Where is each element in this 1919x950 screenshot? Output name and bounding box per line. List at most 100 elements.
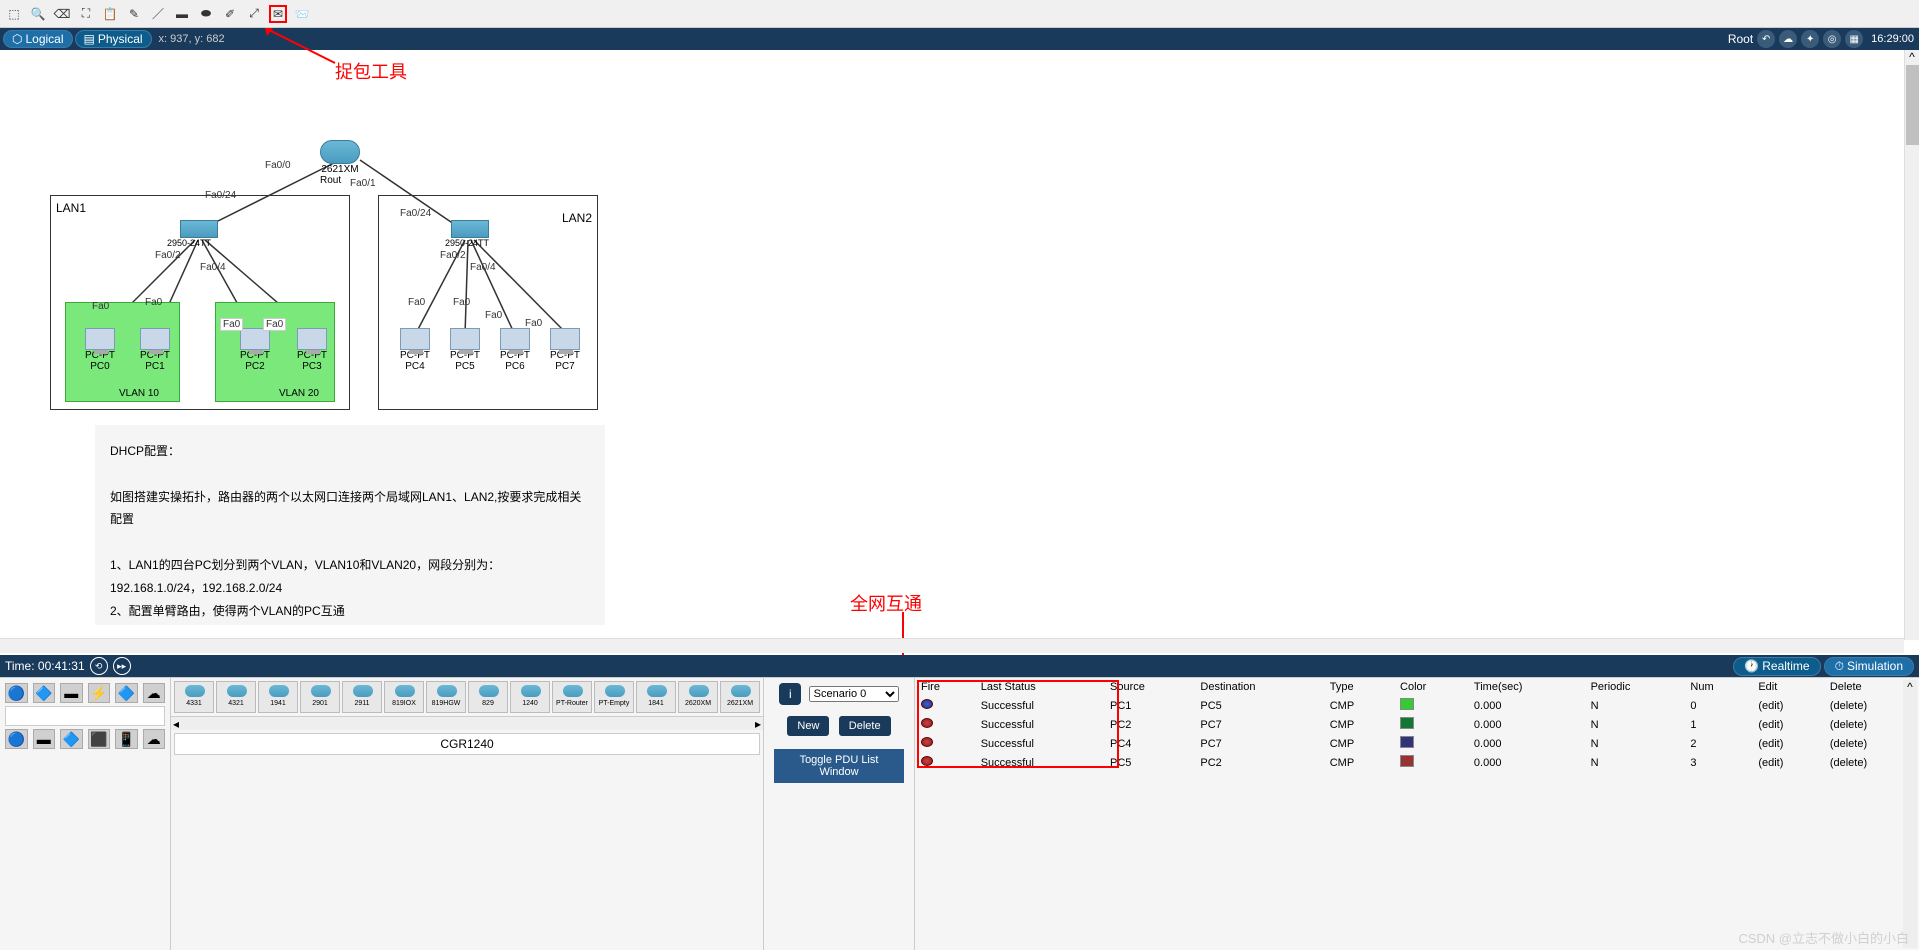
scenario-select[interactable]: Scenario 0: [809, 686, 899, 702]
coordinates-display: x: 937, y: 682: [159, 33, 225, 45]
device-model-item[interactable]: 1240: [510, 681, 550, 713]
subcat-icon[interactable]: ▬: [33, 729, 56, 749]
device-model-item[interactable]: 829: [468, 681, 508, 713]
cat-wireless-icon[interactable]: ⚡: [88, 683, 111, 703]
zoom-icon[interactable]: 🔍: [29, 5, 47, 23]
device-model-item[interactable]: 2901: [300, 681, 340, 713]
lock-icon[interactable]: ✦: [1801, 30, 1819, 48]
toggle-pdu-button[interactable]: Toggle PDU List Window: [774, 749, 904, 783]
workspace[interactable]: 2621XM Rout Fa0/1 Fa0/0 Fa0/24 Fa0/24 LA…: [0, 50, 1904, 625]
fire-icon[interactable]: [921, 718, 933, 728]
port-label: Fa0/1: [350, 178, 376, 189]
root-label[interactable]: Root: [1728, 32, 1753, 46]
port-label: Fa0: [453, 297, 470, 308]
complex-pdu-icon[interactable]: 📨: [293, 5, 311, 23]
pc0-device[interactable]: PC-PTPC0: [85, 328, 115, 372]
physical-view-button[interactable]: ▤ Physical: [75, 30, 152, 48]
device-model-item[interactable]: 819HGW: [426, 681, 466, 713]
clock-display: 16:29:00: [1871, 33, 1914, 45]
subcat-icon[interactable]: 🔵: [5, 729, 28, 749]
subcat-icon[interactable]: ☁: [143, 729, 166, 749]
table-row[interactable]: SuccessfulPC5PC2CMP0.000N3(edit)(delete): [915, 753, 1919, 772]
pc6-device[interactable]: PC-PTPC6: [500, 328, 530, 372]
line-icon[interactable]: ／: [149, 5, 167, 23]
table-row[interactable]: SuccessfulPC2PC7CMP0.000N1(edit)(delete): [915, 715, 1919, 734]
subcat-icon[interactable]: 🔷: [60, 729, 83, 749]
scale-icon[interactable]: ⤢: [245, 5, 263, 23]
device-model-item[interactable]: 819IOX: [384, 681, 424, 713]
draw-icon[interactable]: ✎: [125, 5, 143, 23]
delete-icon[interactable]: ⌫: [53, 5, 71, 23]
fire-icon[interactable]: [921, 699, 933, 709]
pc1-device[interactable]: PC-PTPC1: [140, 328, 170, 372]
device-model-item[interactable]: 1941: [258, 681, 298, 713]
switch2-device[interactable]: 2950-24TT: [450, 220, 489, 248]
pdu-header: Edit: [1752, 678, 1823, 696]
note-icon[interactable]: 📋: [101, 5, 119, 23]
pc3-device[interactable]: PC-PTPC3: [297, 328, 327, 372]
selected-device-name: CGR1240: [174, 733, 760, 755]
device-model-item[interactable]: 1841: [636, 681, 676, 713]
pdu-color: [1400, 698, 1414, 710]
pdu-header: Periodic: [1585, 678, 1685, 696]
pdu-num: 2: [1684, 734, 1752, 753]
pdu-edit[interactable]: (edit): [1752, 715, 1823, 734]
resize-icon[interactable]: ⛶: [77, 5, 95, 23]
device-model-item[interactable]: 4331: [174, 681, 214, 713]
cat-wan-icon[interactable]: ☁: [143, 683, 166, 703]
vlan10-label: VLAN 10: [119, 388, 159, 399]
fast-forward-button[interactable]: ▸▸: [113, 657, 131, 675]
time-label: Time:: [5, 659, 35, 673]
rect-icon[interactable]: ▬: [173, 5, 191, 23]
pdu-header: Type: [1324, 678, 1394, 696]
device-model-item[interactable]: 4321: [216, 681, 256, 713]
pc2-device[interactable]: PC-PTPC2: [240, 328, 270, 372]
ellipse-icon[interactable]: ⬬: [197, 5, 215, 23]
port-label: Fa0: [145, 297, 162, 308]
pdu-edit[interactable]: (edit): [1752, 753, 1823, 772]
simple-pdu-icon[interactable]: ✉: [269, 5, 287, 23]
cat-hub-icon[interactable]: ▬: [60, 683, 83, 703]
fire-icon[interactable]: [921, 737, 933, 747]
pdu-table: FireLast StatusSourceDestinationTypeColo…: [915, 678, 1919, 772]
pdu-edit[interactable]: (edit): [1752, 696, 1823, 715]
device-scrollbar[interactable]: ◂▸: [171, 716, 763, 730]
view-icon[interactable]: ◎: [1823, 30, 1841, 48]
switch1-device[interactable]: 2950-24TT: [180, 220, 218, 248]
realtime-mode-button[interactable]: 🕐 Realtime: [1733, 657, 1820, 676]
env-icon[interactable]: ▦: [1845, 30, 1863, 48]
lan2-label: LAN2: [562, 211, 592, 225]
pdu-scrollbar[interactable]: ^: [1903, 680, 1917, 948]
freeform-icon[interactable]: ✐: [221, 5, 239, 23]
back-icon[interactable]: ↶: [1757, 30, 1775, 48]
pdu-status: Successful: [975, 734, 1104, 753]
simulation-mode-button[interactable]: ⏱ Simulation: [1824, 657, 1914, 676]
device-model-item[interactable]: PT-Router: [552, 681, 592, 713]
pc4-device[interactable]: PC-PTPC4: [400, 328, 430, 372]
table-row[interactable]: SuccessfulPC4PC7CMP0.000N2(edit)(delete): [915, 734, 1919, 753]
cat-security-icon[interactable]: 🔷: [115, 683, 138, 703]
table-row[interactable]: SuccessfulPC1PC5CMP0.000N0(edit)(delete): [915, 696, 1919, 715]
vertical-scrollbar[interactable]: ^: [1904, 50, 1919, 640]
device-model-item[interactable]: PT-Empty: [594, 681, 634, 713]
cloud-icon[interactable]: ☁: [1779, 30, 1797, 48]
subcat-icon[interactable]: ⬛: [88, 729, 111, 749]
pdu-edit[interactable]: (edit): [1752, 734, 1823, 753]
subcat-icon[interactable]: 📱: [115, 729, 138, 749]
select-icon[interactable]: ⬚: [5, 5, 23, 23]
device-model-item[interactable]: 2620XM: [678, 681, 718, 713]
device-model-item[interactable]: 2911: [342, 681, 382, 713]
info-icon[interactable]: i: [779, 683, 801, 705]
cat-switch-icon[interactable]: 🔷: [33, 683, 56, 703]
cat-router-icon[interactable]: 🔵: [5, 683, 28, 703]
logical-view-button[interactable]: ⬡ Logical: [3, 30, 73, 48]
reset-time-button[interactable]: ⟲: [90, 657, 108, 675]
pdu-header: Time(sec): [1468, 678, 1585, 696]
device-model-item[interactable]: 2621XM: [720, 681, 760, 713]
fire-icon[interactable]: [921, 756, 933, 766]
delete-scenario-button[interactable]: Delete: [839, 716, 891, 736]
horizontal-scrollbar[interactable]: [0, 638, 1904, 653]
pc5-device[interactable]: PC-PTPC5: [450, 328, 480, 372]
pc7-device[interactable]: PC-PTPC7: [550, 328, 580, 372]
new-scenario-button[interactable]: New: [787, 716, 829, 736]
